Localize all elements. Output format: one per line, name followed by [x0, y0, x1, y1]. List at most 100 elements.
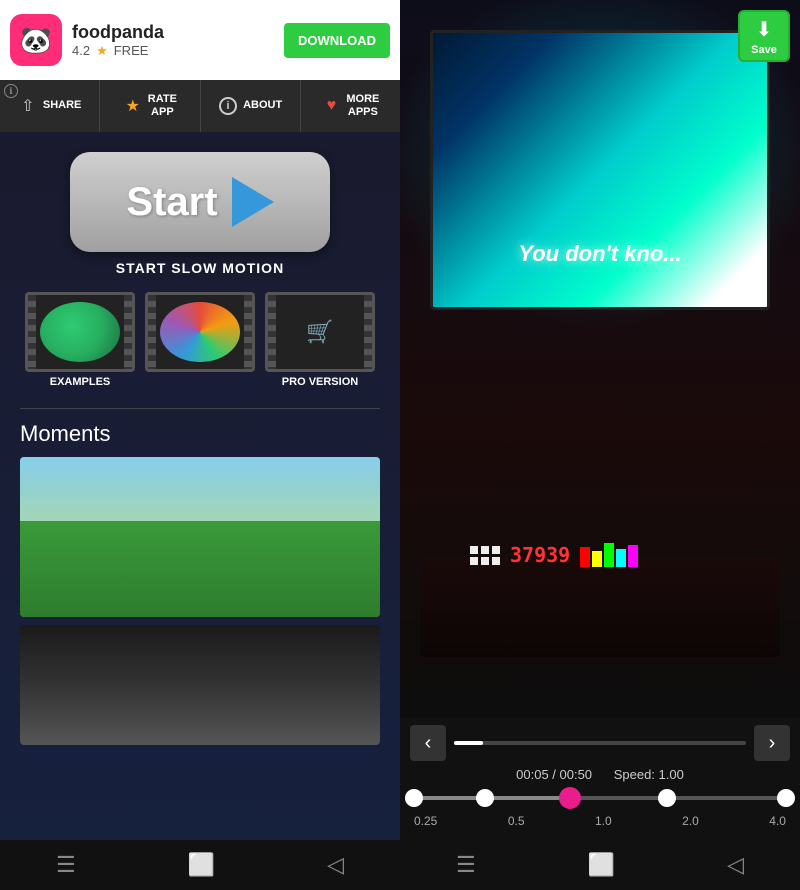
bar5	[628, 545, 638, 567]
tv-room-scene: You don't kno... 37939	[400, 0, 800, 717]
speed-label-10: 1.0	[595, 814, 612, 828]
grass-background	[20, 521, 380, 617]
right-panel: ⬇ Save You don't kno...	[400, 0, 800, 890]
start-button[interactable]: Start	[70, 152, 330, 252]
dot	[492, 546, 500, 554]
right-home-icon[interactable]: ⬜	[588, 852, 615, 878]
back-nav-icon[interactable]: ◁	[327, 852, 344, 878]
moments-title: Moments	[20, 421, 110, 447]
speed-slider[interactable]: 0.25 0.5 1.0 2.0 4.0	[410, 796, 790, 836]
main-content: Start START SLOW MOTION EXAMPLES 🛒	[0, 132, 400, 840]
bar1	[580, 547, 590, 567]
pro-frame: 🛒	[265, 292, 375, 372]
star-icon: ★	[123, 96, 143, 116]
bar2	[592, 551, 602, 567]
about-action[interactable]: i ABOUT	[201, 80, 301, 132]
timeline[interactable]	[454, 741, 746, 745]
bar3	[604, 543, 614, 567]
dot	[481, 546, 489, 554]
save-btn-container: ⬇ Save	[738, 10, 790, 62]
speed-labels: 0.25 0.5 1.0 2.0 4.0	[414, 814, 786, 828]
dot	[492, 557, 500, 565]
start-sublabel: START SLOW MOTION	[116, 260, 284, 276]
rate-action[interactable]: ★ RATEAPP	[100, 80, 200, 132]
moment-thumb-dog[interactable]	[20, 457, 380, 617]
start-text: Start	[126, 180, 217, 225]
filters-image	[160, 302, 240, 362]
grid-dots	[470, 546, 500, 565]
speed-thumb-20[interactable]	[658, 789, 676, 807]
speed-track	[414, 796, 786, 800]
time-speed-display: 00:05 / 00:50 Speed: 1.00	[410, 767, 790, 782]
save-download-icon: ⬇	[756, 17, 773, 42]
share-label: SHARE	[43, 99, 82, 112]
rating-star-icon: ★	[96, 43, 108, 59]
examples-thumb[interactable]: EXAMPLES	[25, 292, 135, 388]
pro-image: 🛒	[306, 319, 333, 345]
action-bar: ⇧ SHARE ★ RATEAPP i ABOUT ♥ MOREAPPS	[0, 80, 400, 132]
filters-frame	[145, 292, 255, 372]
ad-price: FREE	[114, 43, 149, 58]
pro-thumb[interactable]: 🛒 PRO VERSION	[265, 292, 375, 388]
video-controls: ‹ › 00:05 / 00:50 Speed: 1.00	[400, 717, 800, 840]
speed-label-05: 0.5	[508, 814, 525, 828]
ad-rating: 4.2	[72, 43, 90, 58]
info-icon[interactable]: ℹ	[4, 84, 18, 98]
dog-scene	[20, 457, 380, 617]
right-menu-icon[interactable]: ☰	[456, 852, 476, 878]
next-arrow[interactable]: ›	[754, 725, 790, 761]
ad-info: foodpanda 4.2 ★ FREE	[72, 22, 274, 59]
prev-arrow[interactable]: ‹	[410, 725, 446, 761]
earth-image	[40, 302, 120, 362]
ad-meta: 4.2 ★ FREE	[72, 43, 274, 59]
speed-label-025: 0.25	[414, 814, 437, 828]
speed-label-40: 4.0	[769, 814, 786, 828]
speed-thumb-40[interactable]	[777, 789, 795, 807]
examples-label: EXAMPLES	[50, 376, 111, 388]
save-label: Save	[751, 44, 777, 56]
thumbnails-row: EXAMPLES 🛒 PRO VERSION	[25, 292, 375, 388]
tv-text: You don't kno...	[433, 241, 767, 267]
about-label: ABOUT	[243, 99, 282, 112]
bar4	[616, 549, 626, 567]
dot	[481, 557, 489, 565]
speed-thumb-10[interactable]	[559, 787, 581, 809]
tv-stand	[580, 307, 620, 310]
ad-banner: 🐼 foodpanda 4.2 ★ FREE DOWNLOAD	[0, 0, 400, 80]
right-bottom-nav: ☰ ⬜ ◁	[400, 840, 800, 890]
share-icon: ⇧	[18, 96, 38, 116]
menu-nav-icon[interactable]: ☰	[56, 852, 76, 878]
divider	[20, 408, 380, 409]
right-back-icon[interactable]: ◁	[727, 852, 744, 878]
device-display: 37939	[470, 543, 638, 567]
moment-thumb-feet[interactable]	[20, 625, 380, 745]
controls-row: ‹ ›	[410, 725, 790, 761]
rate-label: RATEAPP	[148, 93, 177, 119]
speed-label-20: 2.0	[682, 814, 699, 828]
filters-thumb[interactable]	[145, 292, 255, 388]
number-display: 37939	[510, 543, 570, 567]
play-icon	[232, 177, 274, 227]
tv-screen: You don't kno...	[430, 30, 770, 310]
more-apps-action[interactable]: ♥ MOREAPPS	[301, 80, 400, 132]
speed-thumb-05[interactable]	[476, 789, 494, 807]
examples-frame	[25, 292, 135, 372]
home-nav-icon[interactable]: ⬜	[188, 852, 215, 878]
about-icon: i	[218, 96, 238, 116]
left-bottom-nav: ☰ ⬜ ◁	[0, 840, 400, 890]
speed-display: Speed: 1.00	[614, 767, 684, 782]
speed-thumb-025[interactable]	[405, 789, 423, 807]
dot	[470, 557, 478, 565]
more-label: MOREAPPS	[346, 93, 379, 119]
dot	[470, 546, 478, 554]
save-button[interactable]: ⬇ Save	[738, 10, 790, 62]
left-panel: 🐼 foodpanda 4.2 ★ FREE DOWNLOAD ℹ ⇧ SHAR…	[0, 0, 400, 890]
app-icon: 🐼	[10, 14, 62, 66]
feet-scene	[20, 625, 380, 745]
ad-app-name: foodpanda	[72, 22, 274, 43]
download-button[interactable]: DOWNLOAD	[284, 23, 390, 58]
furniture: 37939	[420, 557, 780, 657]
colored-bars	[580, 543, 638, 567]
video-area: You don't kno... 37939	[400, 0, 800, 717]
timeline-progress	[454, 741, 483, 745]
